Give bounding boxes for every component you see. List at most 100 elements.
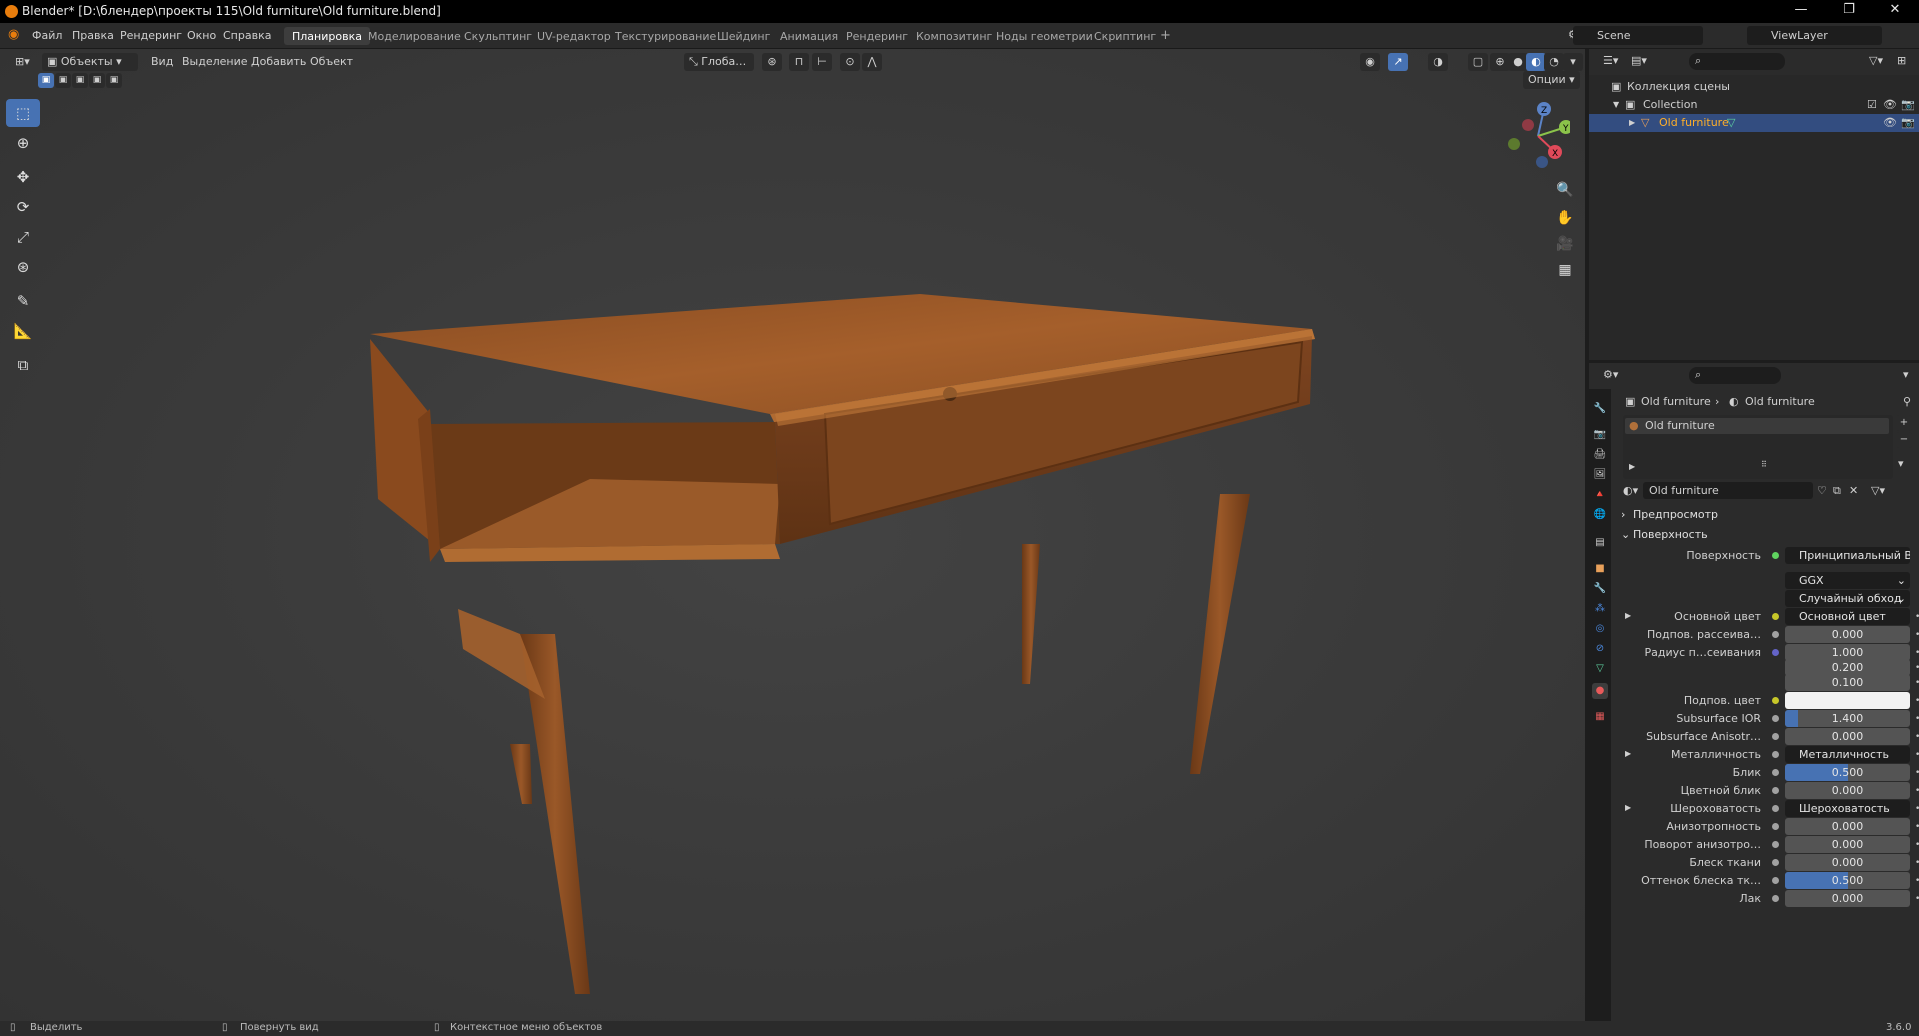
expand-arrow-icon[interactable]: ▶ [1625, 749, 1631, 758]
select-extend-icon[interactable]: ▣ [55, 73, 71, 88]
object-tab-icon[interactable]: ■ [1592, 561, 1608, 577]
tab-texture-paint[interactable]: Текстурирование [607, 27, 724, 45]
subsurface-method-select[interactable]: Случайный обход ⌄ [1785, 590, 1910, 607]
eye-icon[interactable]: 👁 [1883, 116, 1897, 129]
navigation-gizmo[interactable]: Z Y X [1500, 94, 1570, 174]
keyframe-dot-icon[interactable]: • [1915, 768, 1919, 778]
resize-handle-icon[interactable]: ⠿ [1761, 460, 1767, 469]
expand-arrow-icon[interactable]: ▶ [1625, 803, 1631, 812]
input-socket-icon[interactable] [1772, 631, 1779, 638]
collapse-arrow-icon[interactable]: ▼ [1613, 100, 1619, 109]
properties-search-input[interactable]: ⌕ [1689, 367, 1781, 384]
number-field[interactable]: 0.100 [1785, 674, 1910, 691]
checkbox-icon[interactable]: ☑ [1867, 98, 1877, 111]
proportional-edit-icon[interactable]: ⊙ [840, 53, 860, 71]
falloff-icon[interactable]: ⋀ [862, 53, 882, 71]
move-tool-icon[interactable]: ✥ [6, 163, 40, 191]
shading-rendered-icon[interactable]: ◔ [1544, 53, 1564, 71]
menu-help[interactable]: Справка [223, 29, 271, 42]
expand-arrow-icon[interactable]: ▶ [1625, 611, 1631, 620]
render-tab-icon[interactable]: 📷 [1592, 427, 1608, 443]
orientation-select[interactable]: ⤡ Глоба… [684, 53, 754, 71]
number-field[interactable]: 0.000 [1785, 782, 1910, 799]
keyframe-dot-icon[interactable]: • [1915, 876, 1919, 886]
collection-tab-icon[interactable]: ▤ [1592, 535, 1608, 551]
select-intersect-icon[interactable]: ▣ [106, 73, 122, 88]
menu-window[interactable]: Окно [187, 29, 216, 42]
tab-animation[interactable]: Анимация [772, 27, 846, 45]
input-socket-icon[interactable] [1772, 697, 1779, 704]
outliner-row-old-furniture[interactable]: ▶ ▽ Old furniture ▽ 👁 📷 [1589, 114, 1919, 132]
number-field[interactable]: 0.000 [1785, 836, 1910, 853]
snap-target-icon[interactable]: ⊢ [812, 53, 832, 71]
tab-shading[interactable]: Шейдинг [709, 27, 778, 45]
expand-arrow-icon[interactable]: ▶ [1629, 118, 1635, 127]
select-new-icon[interactable]: ▣ [38, 73, 54, 88]
texture-tab-icon[interactable]: ▦ [1592, 709, 1608, 725]
keyframe-dot-icon[interactable]: • [1915, 714, 1919, 724]
mode-select[interactable]: ▣ Объекты ▾ [42, 53, 138, 71]
input-socket-icon[interactable] [1772, 613, 1779, 620]
keyframe-dot-icon[interactable]: • [1915, 612, 1919, 622]
tab-compositing[interactable]: Композитинг [908, 27, 1000, 45]
input-socket-icon[interactable] [1772, 895, 1779, 902]
camera-icon[interactable]: 📷 [1901, 98, 1915, 111]
input-socket-icon[interactable] [1772, 841, 1779, 848]
input-socket-icon[interactable] [1772, 649, 1779, 656]
input-socket-icon[interactable] [1772, 733, 1779, 740]
minimize-button[interactable]: — [1786, 2, 1816, 17]
number-field[interactable]: 0.500 [1785, 764, 1910, 781]
color-swatch[interactable] [1785, 692, 1910, 709]
keyframe-dot-icon[interactable]: • [1915, 804, 1919, 814]
tab-rendering[interactable]: Рендеринг [838, 27, 916, 45]
linked-input-field[interactable]: Металличность [1785, 746, 1910, 763]
number-field[interactable]: 0.000 [1785, 818, 1910, 835]
scene-field[interactable]: Scene [1573, 26, 1703, 45]
keyframe-dot-icon[interactable]: • [1915, 732, 1919, 742]
new-collection-icon[interactable]: ⊞ [1897, 54, 1906, 67]
linked-input-field[interactable]: Основной цвет [1785, 608, 1910, 625]
add-slot-button[interactable]: + [1896, 415, 1912, 431]
gizmo-toggle-icon[interactable]: ↗ [1388, 53, 1408, 71]
tab-modeling[interactable]: Моделирование [360, 27, 469, 45]
slot-specials-icon[interactable]: ▾ [1898, 457, 1904, 470]
material-tab-icon[interactable]: ● [1592, 683, 1608, 699]
remove-slot-button[interactable]: − [1896, 432, 1912, 448]
world-tab-icon[interactable]: 🌐 [1592, 507, 1608, 523]
keyframe-dot-icon[interactable]: • [1915, 822, 1919, 832]
blender-menu-icon[interactable]: ◉ [8, 27, 19, 42]
add-cube-tool-icon[interactable]: ⧉ [6, 351, 40, 379]
camera-view-icon[interactable]: 🎥 [1552, 231, 1578, 257]
pan-hand-icon[interactable]: ✋ [1552, 205, 1578, 231]
input-socket-icon[interactable] [1772, 769, 1779, 776]
maximize-button[interactable]: ❐ [1834, 2, 1864, 17]
tab-layout[interactable]: Планировка [284, 27, 370, 45]
constraints-tab-icon[interactable]: ⊘ [1592, 641, 1608, 657]
menu-add[interactable]: Добавить [246, 53, 311, 71]
view-layer-field[interactable]: ViewLayer [1747, 26, 1882, 45]
xray-icon[interactable]: ▢ [1468, 53, 1488, 71]
unlink-material-icon[interactable]: ✕ [1849, 484, 1858, 497]
modifier-tab-icon[interactable]: 🔧 [1592, 581, 1608, 597]
tool-tab-icon[interactable]: 🔧 [1592, 401, 1608, 417]
menu-edit[interactable]: Правка [72, 29, 114, 42]
number-field[interactable]: 1.400 [1785, 710, 1910, 727]
number-field[interactable]: 0.500 [1785, 872, 1910, 889]
output-tab-icon[interactable]: 🖨 [1592, 447, 1608, 463]
snap-icon[interactable]: ⊓ [789, 53, 809, 71]
keyframe-dot-icon[interactable]: • [1915, 786, 1919, 796]
fake-user-icon[interactable]: ♡ [1817, 484, 1827, 497]
keyframe-dot-icon[interactable]: • [1915, 663, 1919, 673]
menu-render[interactable]: Рендеринг [120, 29, 182, 42]
keyframe-dot-icon[interactable]: • [1915, 696, 1919, 706]
number-field[interactable]: 0.000 [1785, 728, 1910, 745]
display-mode-icon[interactable]: ▤▾ [1631, 54, 1647, 67]
outliner-editor-icon[interactable]: ☰▾ [1603, 54, 1618, 67]
keyframe-dot-icon[interactable]: • [1915, 858, 1919, 868]
view-layer-tab-icon[interactable]: 🖼 [1592, 467, 1608, 483]
options-dropdown[interactable]: Опции ▾ [1523, 71, 1580, 89]
visibility-icon[interactable]: ◉ [1360, 53, 1380, 71]
particles-tab-icon[interactable]: ⁂ [1592, 601, 1608, 617]
outliner-search-input[interactable]: ⌕ [1689, 53, 1785, 70]
material-browse-icon[interactable]: ◐▾ [1623, 484, 1638, 497]
